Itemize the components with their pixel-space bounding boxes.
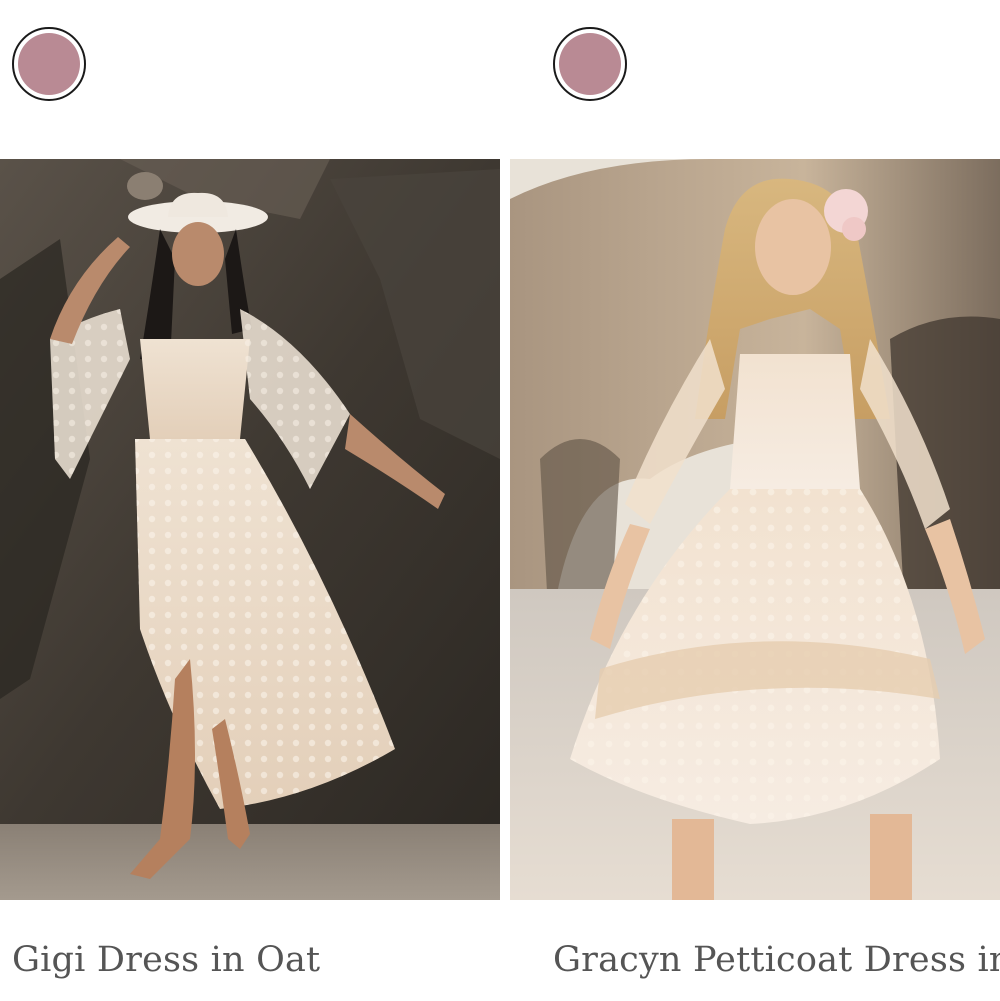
product-card-gigi: Gigi Dress in Oat xyxy=(0,0,500,1001)
product-title-link[interactable]: Gigi Dress in Oat xyxy=(12,940,320,980)
model-photo-icon xyxy=(0,159,500,900)
swatch-color-fill xyxy=(559,33,621,95)
product-image[interactable] xyxy=(0,159,500,900)
product-card-gracyn: Gracyn Petticoat Dress in xyxy=(510,0,1000,1001)
color-swatch-button[interactable] xyxy=(553,27,627,101)
product-image[interactable] xyxy=(510,159,1000,900)
color-swatch-button[interactable] xyxy=(12,27,86,101)
product-title-link[interactable]: Gracyn Petticoat Dress in xyxy=(553,940,1000,980)
model-photo-icon xyxy=(510,159,1000,900)
swatch-color-fill xyxy=(18,33,80,95)
